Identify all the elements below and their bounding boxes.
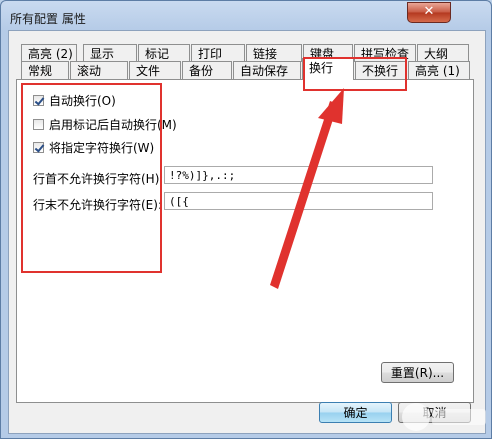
- close-icon: ✕: [423, 4, 435, 19]
- watermark-logo: [402, 403, 486, 431]
- tab-file[interactable]: 文件: [129, 61, 181, 79]
- options-highlight-box: [21, 83, 162, 273]
- tab-backup[interactable]: 备份: [182, 61, 232, 79]
- tab-highlight-1[interactable]: 高亮 (1): [408, 61, 470, 79]
- tab-print[interactable]: 打印: [191, 44, 245, 62]
- reset-button[interactable]: 重置(R)...: [381, 362, 454, 383]
- tab-links[interactable]: 链接: [246, 44, 302, 62]
- tab-marks[interactable]: 标记: [138, 44, 190, 62]
- ok-button[interactable]: 确定: [319, 402, 392, 423]
- tab-outline[interactable]: 大纲: [417, 44, 469, 62]
- line-start-input[interactable]: !?%)]},.:;: [164, 166, 433, 184]
- tab-highlight-2[interactable]: 高亮 (2): [21, 44, 77, 62]
- tab-autosave[interactable]: 自动保存: [233, 61, 301, 79]
- line-end-input[interactable]: ([{: [164, 192, 433, 210]
- tabs-highlight-box: [303, 57, 407, 91]
- close-button[interactable]: ✕: [407, 2, 451, 23]
- tab-display[interactable]: 显示: [83, 44, 137, 62]
- tab-scroll[interactable]: 滚动: [70, 61, 128, 79]
- tab-general[interactable]: 常规: [21, 61, 69, 79]
- dialog-title: 所有配置 属性: [10, 12, 86, 26]
- title-bar: 所有配置 属性 ✕: [1, 1, 491, 31]
